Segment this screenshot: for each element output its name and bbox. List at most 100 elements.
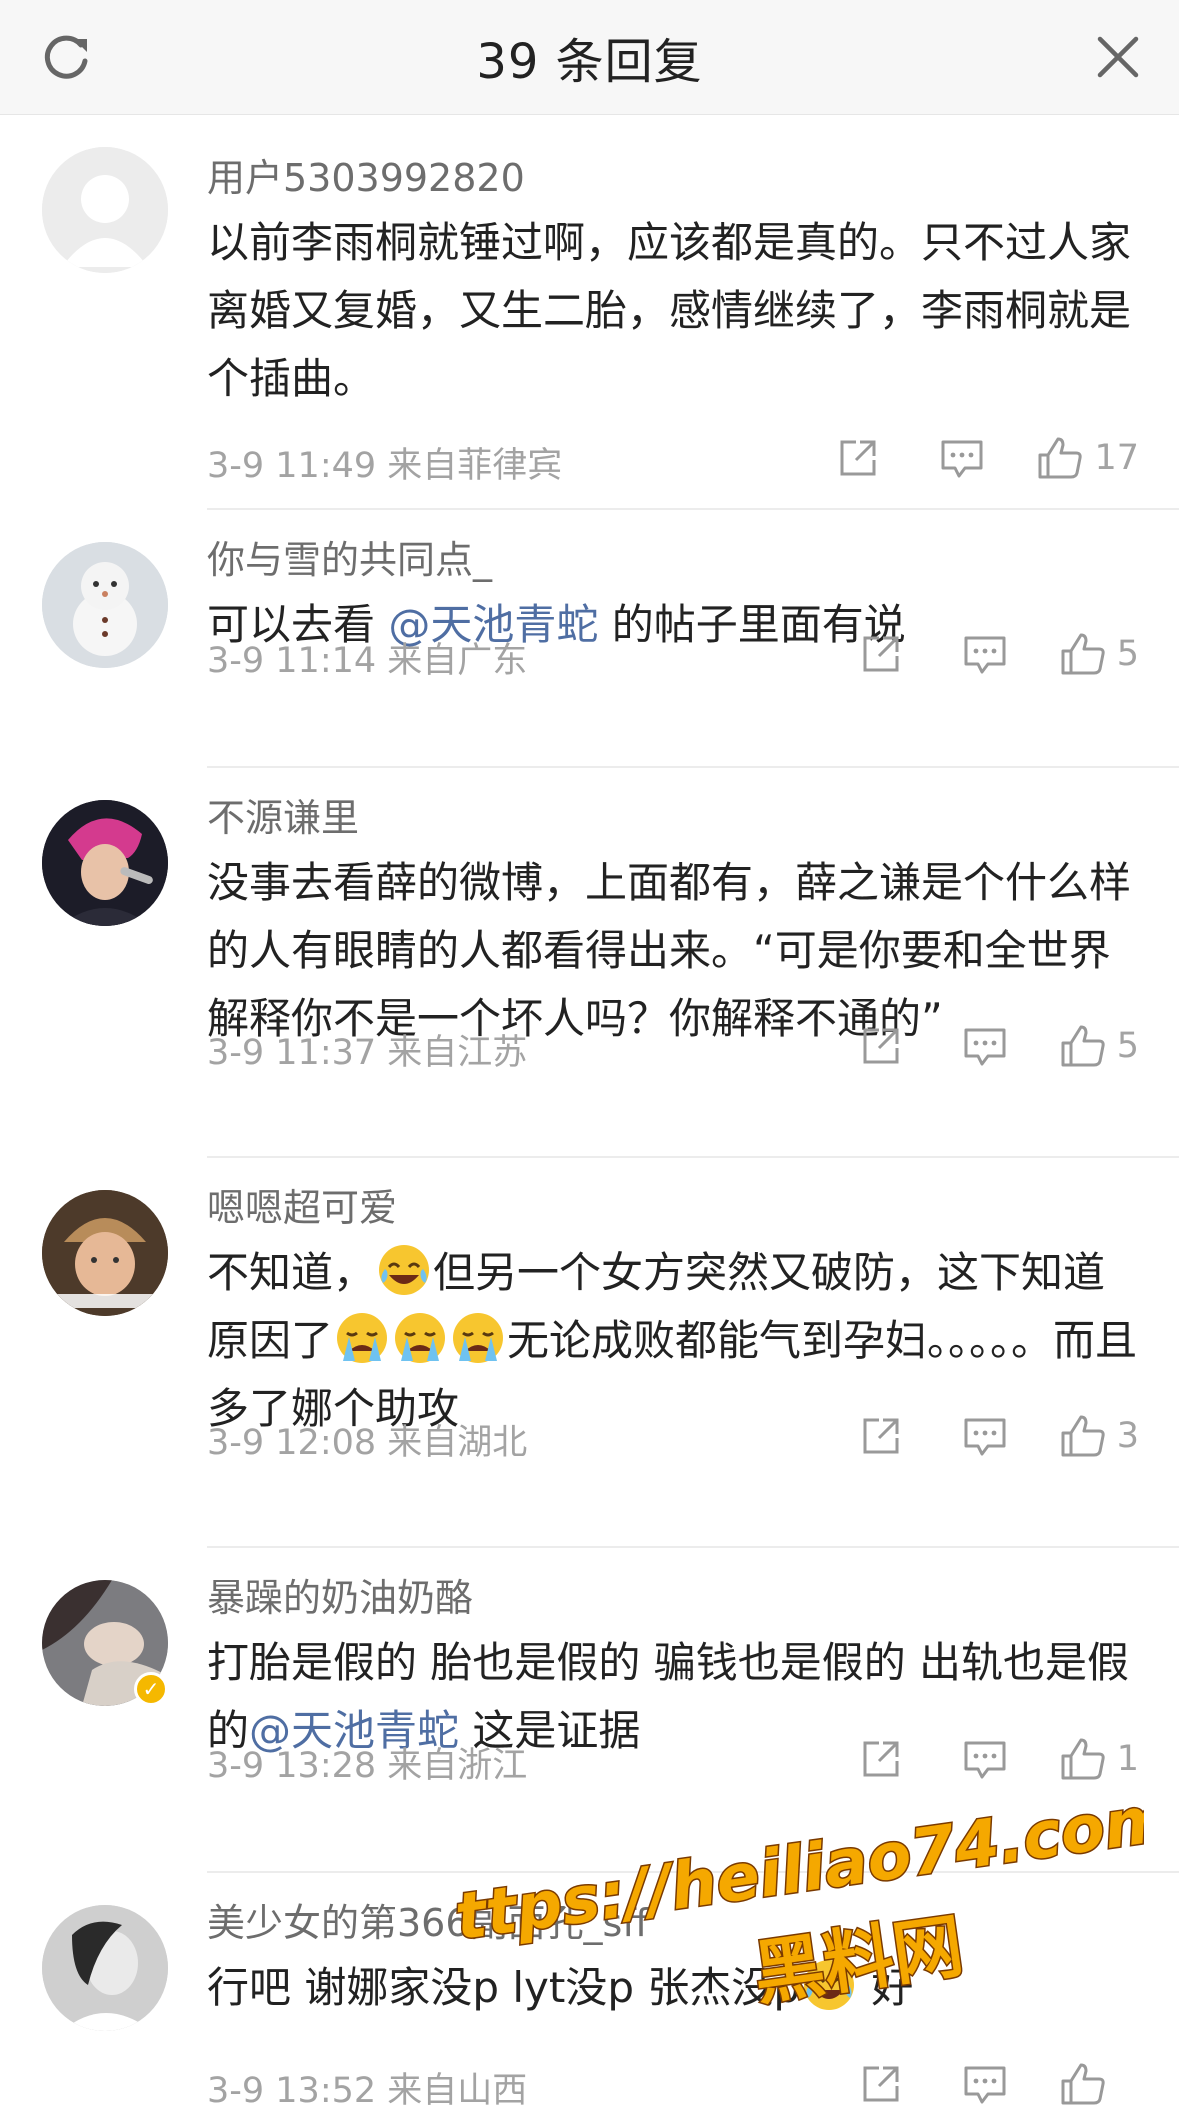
- comment-actions: 17: [834, 434, 1139, 482]
- page-title: 39 条回复: [476, 34, 703, 90]
- username[interactable]: 用户5303992820: [207, 153, 1139, 203]
- thumbs-up-icon: [1061, 2063, 1105, 2105]
- comment-meta: 3-9 11:14 来自广东: [207, 632, 527, 683]
- comment-time: 3-9 13:28: [207, 1746, 377, 1786]
- comment-icon: [964, 1418, 1006, 1456]
- comment-icon: [941, 440, 983, 478]
- comment-text-part: 以前李雨桐就锤过啊，应该都是真的。只不过人家离婚又复婚，又生二胎，感情继续了，李…: [207, 218, 1132, 403]
- header-bar: 39 条回复: [0, 0, 1179, 115]
- share-button[interactable]: [857, 2060, 905, 2108]
- singer-avatar: [42, 800, 168, 926]
- comment-location: 来自江苏: [387, 1033, 528, 1073]
- like-count: 3: [1116, 1416, 1139, 1456]
- comment-icon: [964, 1741, 1006, 1779]
- like-count: 1: [1116, 1739, 1139, 1779]
- username[interactable]: 你与雪的共同点_: [207, 535, 1139, 585]
- comment-actions: 3: [857, 1412, 1139, 1460]
- comment-meta: 3-9 11:49 来自菲律宾: [207, 437, 562, 488]
- comment-item: ✓ 暴躁的奶油奶酪 打胎是假的 胎也是假的 骗钱也是假的 出轨也是假的@天池青蛇…: [0, 1548, 1179, 1873]
- close-icon: [1097, 36, 1139, 78]
- comment-text: 以前李雨桐就锤过啊，应该都是真的。只不过人家离婚又复婚，又生二胎，感情继续了，李…: [207, 209, 1139, 413]
- like-button[interactable]: [1059, 1412, 1107, 1460]
- like-button[interactable]: [1036, 434, 1084, 482]
- thumbs-up-icon: [1061, 1738, 1105, 1780]
- avatar[interactable]: [42, 147, 168, 273]
- like-count: 5: [1116, 1026, 1139, 1066]
- thumbs-up-icon: [1038, 437, 1083, 479]
- share-icon: [863, 1741, 899, 1777]
- reply-button[interactable]: [961, 2060, 1009, 2108]
- comment-text-part: 好: [858, 1963, 914, 2012]
- comment-time: 3-9 11:37: [207, 1033, 377, 1073]
- like-button[interactable]: [1059, 1735, 1107, 1783]
- comment-text-part: 没事去看薛的微博，上面都有，薛之谦是个什么样的人有眼睛的人都看得出来。“可是你要…: [207, 858, 1132, 1043]
- comment-item: 你与雪的共同点_ 可以去看 @天池青蛇 的帖子里面有说 3-9 11:14 来自…: [0, 510, 1179, 768]
- comment-location: 来自山西: [387, 2071, 528, 2111]
- child-avatar: [42, 1190, 168, 1316]
- comment-item: 嗯嗯超可爱 不知道， 但另一个女方突然又破防，这下知道原因了 无论成败都能气到孕妇。…: [0, 1158, 1179, 1548]
- comment-time: 3-9 11:14: [207, 641, 377, 681]
- share-button[interactable]: [857, 1022, 905, 1070]
- reply-button[interactable]: [961, 630, 1009, 678]
- share-icon: [863, 1418, 899, 1454]
- share-button[interactable]: [857, 1412, 905, 1460]
- avatar[interactable]: [42, 542, 168, 668]
- reply-button[interactable]: [938, 434, 986, 482]
- comment-list: 用户5303992820 以前李雨桐就锤过啊，应该都是真的。只不过人家离婚又复婚…: [0, 115, 1179, 2113]
- comment-time: 3-9 12:08: [207, 1423, 377, 1463]
- share-button[interactable]: [834, 434, 882, 482]
- comment-meta: 3-9 12:08 来自湖北: [207, 1414, 527, 1465]
- comment-actions: 1: [857, 1735, 1139, 1783]
- share-button[interactable]: [857, 1735, 905, 1783]
- like-count: 17: [1094, 438, 1139, 478]
- comment-icon: [964, 2066, 1006, 2104]
- thumbs-up-icon: [1061, 1025, 1105, 1067]
- share-button[interactable]: [857, 630, 905, 678]
- avatar[interactable]: [42, 1190, 168, 1316]
- thumbs-up-icon: [1061, 1415, 1105, 1457]
- comment-actions: 5: [857, 1022, 1139, 1070]
- comment-text-part: 行吧 谢娜家没p lyt没p 张杰没p: [207, 1963, 801, 2012]
- comment-location: 来自湖北: [387, 1423, 528, 1463]
- reply-button[interactable]: [961, 1412, 1009, 1460]
- reply-button[interactable]: [961, 1022, 1009, 1070]
- comment-actions: [857, 2060, 1139, 2108]
- like-button[interactable]: [1059, 2060, 1107, 2108]
- avatar[interactable]: [42, 1905, 168, 2031]
- comment-item: 不源谦里 没事去看薛的微博，上面都有，薛之谦是个什么样的人有眼睛的人都看得出来。…: [0, 768, 1179, 1158]
- crying-emoji: [395, 1313, 446, 1363]
- verified-badge-icon: ✓: [134, 1672, 168, 1706]
- username[interactable]: 美少女的第366副面孔_sff: [207, 1898, 1139, 1948]
- laugh-cry-emoji: [379, 1245, 430, 1295]
- crying-emoji: [453, 1313, 504, 1363]
- username[interactable]: 不源谦里: [207, 793, 1139, 843]
- like-count: 5: [1116, 634, 1139, 674]
- comment-icon: [964, 1028, 1006, 1066]
- snowman-avatar: [42, 542, 168, 668]
- share-icon: [863, 636, 899, 672]
- laugh-cry-emoji: [804, 1960, 855, 2010]
- like-button[interactable]: [1059, 1022, 1107, 1070]
- avatar[interactable]: [42, 800, 168, 926]
- comment-location: 来自浙江: [387, 1746, 528, 1786]
- grey-portrait-avatar: [42, 1905, 168, 2031]
- comment-text: 行吧 谢娜家没p lyt没p 张杰没p 好: [207, 1954, 1139, 2022]
- thumbs-up-icon: [1061, 633, 1105, 675]
- username[interactable]: 暴躁的奶油奶酪: [207, 1573, 1139, 1623]
- comment-text-part: 不知道，: [207, 1248, 376, 1297]
- comment-meta: 3-9 11:37 来自江苏: [207, 1024, 527, 1075]
- comment-item: 美少女的第366副面孔_sff 行吧 谢娜家没p lyt没p 张杰没p 好 3-…: [0, 1873, 1179, 2113]
- like-button[interactable]: [1059, 630, 1107, 678]
- crying-emoji: [337, 1313, 388, 1363]
- comment-meta: 3-9 13:52 来自山西: [207, 2062, 527, 2113]
- close-button[interactable]: [1083, 22, 1153, 92]
- comment-location: 来自菲律宾: [387, 446, 563, 486]
- comment-time: 3-9 13:52: [207, 2071, 377, 2111]
- comment-actions: 5: [857, 630, 1139, 678]
- comment-location: 来自广东: [387, 641, 528, 681]
- comment-time: 3-9 11:49: [207, 446, 377, 486]
- avatar[interactable]: ✓: [42, 1580, 168, 1706]
- username[interactable]: 嗯嗯超可爱: [207, 1183, 1139, 1233]
- share-icon: [863, 2066, 899, 2102]
- reply-button[interactable]: [961, 1735, 1009, 1783]
